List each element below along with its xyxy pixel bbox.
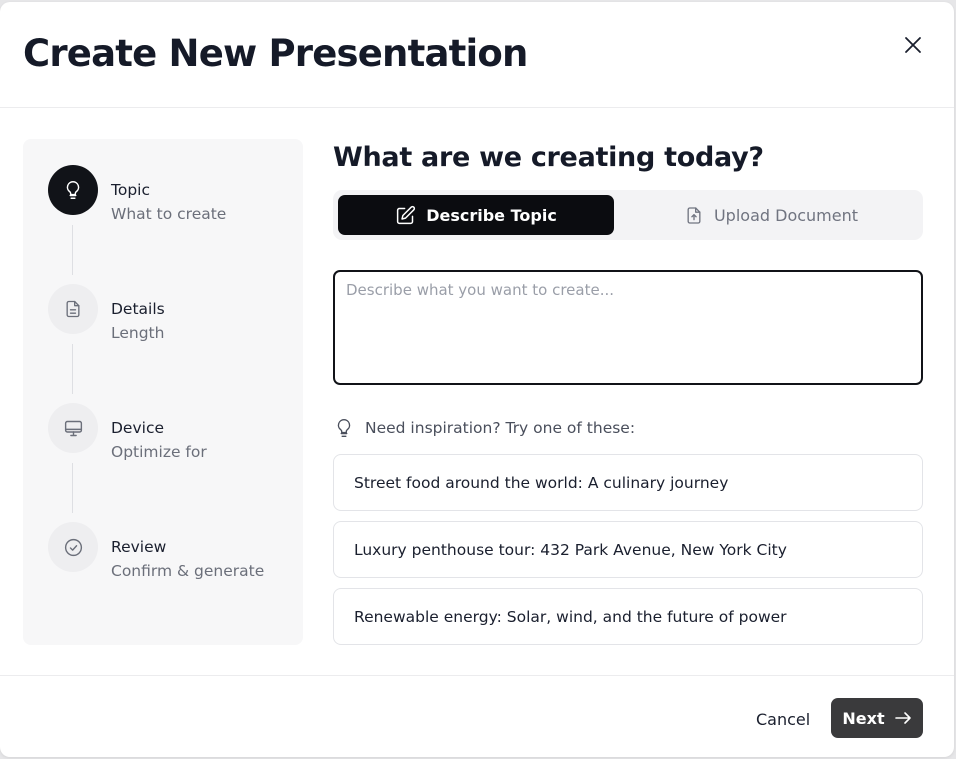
monitor-icon <box>64 420 82 436</box>
topic-input-wrapper <box>333 270 923 385</box>
step-title: Topic <box>111 181 150 199</box>
tab-describe-topic[interactable]: Describe Topic <box>338 195 614 235</box>
document-icon <box>66 300 80 318</box>
cancel-button[interactable]: Cancel <box>746 699 820 739</box>
step-review[interactable]: Review Confirm & generate <box>48 522 298 582</box>
suggestion-item[interactable]: Luxury penthouse tour: 432 Park Avenue, … <box>333 521 923 578</box>
inspiration-hint: Need inspiration? Try one of these: <box>333 416 635 440</box>
step-connector <box>72 463 73 513</box>
steps-sidebar: Topic What to create Details Length Devi… <box>23 139 303 645</box>
tab-upload-document[interactable]: Upload Document <box>633 195 909 235</box>
suggestion-text: Renewable energy: Solar, wind, and the f… <box>354 607 787 626</box>
dialog-title: Create New Presentation <box>23 32 528 75</box>
step-subtitle: What to create <box>111 205 227 223</box>
step-circle <box>48 284 98 334</box>
step-device[interactable]: Device Optimize for <box>48 403 298 463</box>
dialog-header: Create New Presentation <box>0 2 954 108</box>
step-title: Details <box>111 300 165 318</box>
step-topic[interactable]: Topic What to create <box>48 165 298 225</box>
step-circle <box>48 522 98 572</box>
step-subtitle: Length <box>111 324 165 342</box>
create-presentation-dialog: Create New Presentation Topic What to cr… <box>0 2 954 757</box>
lightbulb-icon <box>337 419 351 437</box>
dialog-footer: Cancel Next <box>0 675 954 757</box>
step-circle <box>48 403 98 453</box>
next-button[interactable]: Next <box>831 698 923 738</box>
tab-label: Describe Topic <box>426 205 557 225</box>
check-circle-icon <box>64 538 82 556</box>
suggestion-text: Luxury penthouse tour: 432 Park Avenue, … <box>354 540 787 559</box>
step-circle <box>48 165 98 215</box>
step-details[interactable]: Details Length <box>48 284 298 344</box>
tab-label: Upload Document <box>713 205 859 225</box>
step-subtitle: Optimize for <box>111 443 207 461</box>
topic-input[interactable] <box>335 272 921 383</box>
step-title: Review <box>111 538 167 556</box>
suggestion-item[interactable]: Street food around the world: A culinary… <box>333 454 923 511</box>
step-title: Device <box>111 419 165 437</box>
input-mode-tabs: Describe Topic Upload Document <box>333 190 923 240</box>
next-button-label: Next <box>842 708 885 728</box>
main-heading: What are we creating today? <box>333 142 764 173</box>
step-subtitle: Confirm & generate <box>111 562 265 580</box>
close-button[interactable] <box>898 30 928 60</box>
suggestion-text: Street food around the world: A culinary… <box>354 473 729 492</box>
lightbulb-icon <box>66 181 80 199</box>
step-connector <box>72 344 73 394</box>
inspiration-label: Need inspiration? Try one of these: <box>365 419 636 437</box>
arrow-right-icon <box>894 712 911 724</box>
step-connector <box>72 225 73 275</box>
suggestion-item[interactable]: Renewable energy: Solar, wind, and the f… <box>333 588 923 645</box>
pencil-icon <box>397 205 416 224</box>
upload-file-icon <box>687 206 701 224</box>
close-icon <box>905 37 921 53</box>
